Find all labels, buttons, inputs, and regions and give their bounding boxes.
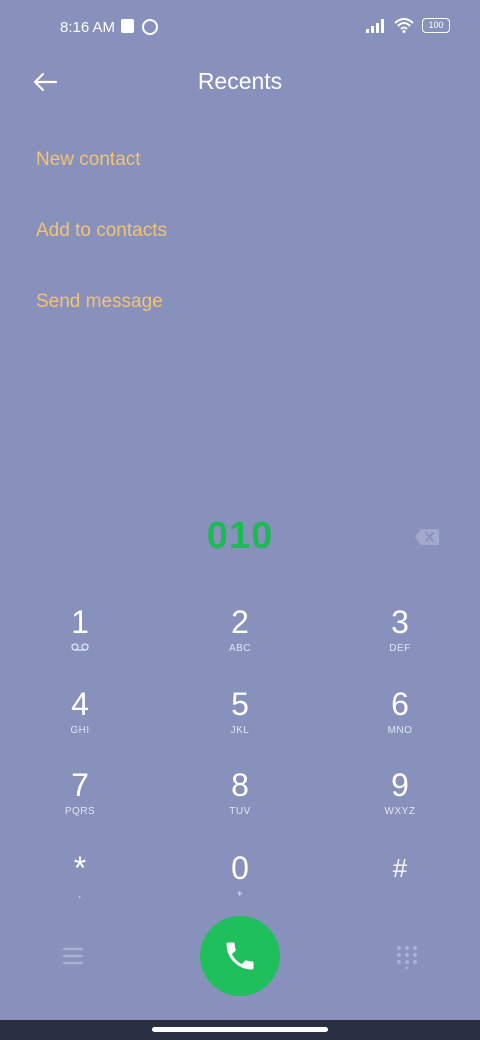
menu-button[interactable] (58, 941, 88, 971)
key-letters: GHI (70, 725, 90, 736)
dialpad-toggle-button[interactable] (394, 943, 420, 970)
phone-icon (226, 942, 254, 970)
key-1[interactable]: 1 (20, 604, 140, 676)
key-letters: DEF (389, 643, 411, 654)
key-letters: + (236, 889, 244, 900)
key-6[interactable]: 6 MNO (340, 686, 460, 758)
key-digit: 8 (231, 767, 249, 803)
key-3[interactable]: 3 DEF (340, 604, 460, 676)
key-digit: * (73, 850, 87, 886)
key-letters: JKL (230, 725, 250, 736)
key-digit: 2 (231, 604, 249, 640)
key-star[interactable]: * , (20, 850, 140, 922)
key-digit: 5 (231, 686, 249, 722)
backspace-icon (415, 529, 439, 545)
key-5[interactable]: 5 JKL (180, 686, 300, 758)
key-4[interactable]: 4 GHI (20, 686, 140, 758)
key-0[interactable]: 0 + (180, 850, 300, 922)
dialpad-grid-icon (396, 945, 418, 970)
action-list: New contact Add to contacts Send message (36, 146, 167, 359)
battery-icon: 100 (422, 18, 450, 33)
new-contact-link[interactable]: New contact (36, 146, 167, 217)
wifi-icon (394, 18, 414, 33)
home-gesture-handle[interactable] (152, 1027, 328, 1032)
key-7[interactable]: 7 PQRS (20, 767, 140, 839)
key-letters: ABC (228, 643, 252, 654)
status-time: 8:16 AM (60, 19, 116, 36)
status-icons: 100 (366, 18, 450, 33)
key-hash[interactable]: # (340, 850, 460, 922)
app-ring-icon (142, 19, 158, 35)
bottom-bar (0, 915, 480, 996)
key-digit: 6 (391, 686, 409, 722)
page-title: Recents (197, 68, 283, 94)
notification-square-icon (121, 19, 134, 33)
key-digit: 4 (71, 686, 89, 722)
key-digit: 3 (391, 604, 409, 640)
key-2[interactable]: 2 ABC (180, 604, 300, 676)
key-letters: PQRS (64, 806, 96, 817)
voicemail-icon (71, 643, 89, 651)
send-message-link[interactable]: Send message (36, 288, 167, 359)
key-letters: MNO (387, 725, 413, 736)
key-digit: 1 (71, 604, 89, 640)
header: Recents (0, 56, 480, 112)
call-button[interactable] (200, 916, 280, 996)
add-to-contacts-link[interactable]: Add to contacts (36, 217, 167, 288)
key-sub (20, 643, 140, 657)
signal-icon (366, 18, 384, 33)
key-letters: TUV (229, 806, 251, 817)
key-letters (340, 889, 460, 903)
key-8[interactable]: 8 TUV (180, 767, 300, 839)
key-digit: 9 (391, 767, 409, 803)
key-letters: , (78, 889, 82, 900)
key-digit: # (392, 853, 408, 883)
key-digit: 7 (71, 767, 89, 803)
backspace-button[interactable] (414, 528, 440, 546)
key-9[interactable]: 9 WXYZ (340, 767, 460, 839)
hamburger-menu-icon (62, 947, 84, 965)
key-letters: WXYZ (384, 806, 416, 817)
status-bar: 8:16 AM 100 (0, 0, 480, 56)
key-digit: 0 (231, 850, 249, 886)
dialed-number: 010 (206, 515, 274, 557)
